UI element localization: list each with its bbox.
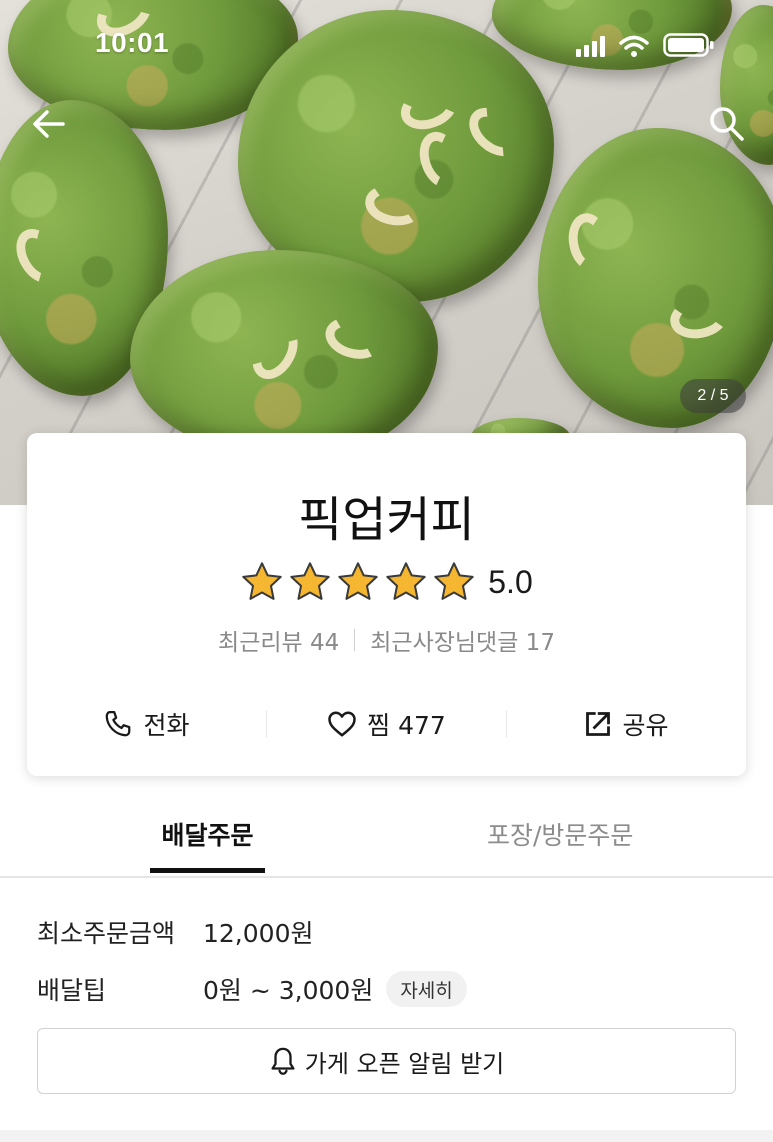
wifi-icon (619, 35, 649, 57)
delivery-tip-label: 배달팁 (37, 976, 107, 1005)
store-info-card: 픽업커피 5.0 최근리뷰 44 최근사장님댓글 17 전화 찜 477 공유 (27, 433, 746, 776)
review-divider (354, 629, 356, 651)
store-hero-image[interactable]: 10:01 2 / 5 (0, 0, 773, 505)
tab-pickup-order[interactable]: 포장/방문주문 (487, 816, 633, 852)
tab-delivery-order[interactable]: 배달주문 (150, 816, 265, 852)
star-icon (290, 562, 330, 600)
order-type-tabs: 배달주문 포장/방문주문 (0, 796, 773, 878)
delivery-tip-row: 배달팁 0원 ~ 3,000원 자세히 (37, 971, 467, 1007)
cellular-signal-icon (576, 36, 605, 57)
rating-row[interactable]: 5.0 (27, 560, 746, 604)
share-icon (586, 712, 611, 736)
heart-icon (328, 711, 356, 737)
min-order-value: 12,000원 (203, 919, 314, 948)
image-page-indicator: 2 / 5 (680, 379, 746, 413)
like-button[interactable]: 찜 477 (267, 706, 506, 742)
like-label: 찜 477 (367, 711, 446, 740)
star-icon (242, 562, 282, 600)
owner-replies-count[interactable]: 최근사장님댓글 17 (370, 623, 555, 657)
status-bar-icons (576, 33, 715, 57)
store-actions: 전화 찜 477 공유 (27, 698, 746, 750)
rating-value: 5.0 (488, 563, 533, 600)
share-button[interactable]: 공유 (507, 706, 746, 742)
battery-icon (663, 33, 714, 57)
recent-reviews-count[interactable]: 최근리뷰 44 (218, 623, 339, 657)
call-label: 전화 (143, 711, 190, 740)
store-name: 픽업커피 (298, 492, 475, 548)
star-icon (386, 562, 426, 600)
store-open-alert-button[interactable]: 가게 오픈 알림 받기 (37, 1028, 736, 1094)
arrow-left-icon (33, 110, 65, 138)
back-button[interactable] (25, 100, 73, 148)
search-button[interactable] (703, 100, 751, 148)
section-divider-band (0, 1130, 773, 1142)
star-icon (338, 562, 378, 600)
star-icon (434, 562, 474, 600)
active-tab-indicator (150, 868, 265, 873)
min-order-row: 최소주문금액 12,000원 (37, 914, 313, 950)
delivery-tip-detail-button[interactable]: 자세히 (386, 971, 467, 1007)
min-order-label: 최소주문금액 (37, 919, 176, 948)
store-open-alert-label: 가게 오픈 알림 받기 (304, 1049, 505, 1078)
delivery-tip-value: 0원 ~ 3,000원 (203, 976, 374, 1005)
share-label: 공유 (622, 711, 669, 740)
review-summary[interactable]: 최근리뷰 44 최근사장님댓글 17 (27, 623, 746, 657)
status-bar-time: 10:01 (95, 27, 170, 58)
bell-icon (271, 1047, 295, 1075)
call-button[interactable]: 전화 (27, 706, 266, 742)
phone-icon (106, 711, 131, 737)
search-icon (710, 107, 744, 141)
